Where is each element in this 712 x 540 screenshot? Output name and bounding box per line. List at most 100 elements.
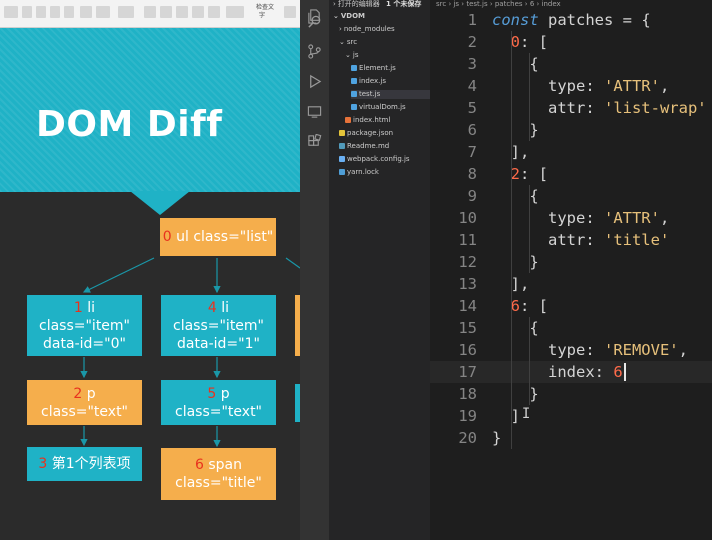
code-text: } [492,119,539,141]
explorer-item-label: webpack.config.js [347,155,410,163]
code-token: , [659,77,670,95]
code-token: ] [492,407,520,425]
node-text-line: 3 第1个列表项 [38,455,130,473]
code-line[interactable]: 1 const patches = { [430,9,712,31]
code-text: attr: 'title' [492,229,669,251]
node-index: 1 [73,299,83,316]
breadcrumb-item[interactable]: index [542,0,561,8]
explorer-item[interactable]: test.js [351,90,430,99]
explorer-item[interactable]: Element.js [351,64,396,73]
tree-node-li1: 1 li class="item" data-id="0" [27,295,142,356]
code-line[interactable]: 11 attr: 'title' [430,229,712,251]
code-editor[interactable]: src › js › test.js › patches › 6 › index… [430,0,712,540]
explorer-item-label: js [352,51,359,59]
indent-guide [529,317,531,405]
explorer-item-label: index.js [359,77,386,85]
line-number: 2 [467,33,477,51]
code-token: : [ [520,33,549,51]
node-text-line: class="title" [175,475,262,491]
chevron-right-icon: › [333,0,336,8]
line-number: 7 [467,143,477,161]
code-line[interactable]: 4 type: 'ATTR', [430,75,712,97]
tree-node-text3: 3 第1个列表项 [27,447,142,481]
node-index: 3 [38,456,48,472]
node-text-line: data-id="0" [43,335,126,352]
code-token: } [492,121,539,139]
code-line[interactable]: 8 2: [ [430,163,712,185]
code-line[interactable]: 16 type: 'REMOVE', [430,339,712,361]
code-line[interactable]: 17 index: 6 [430,361,712,383]
code-line[interactable]: 5 attr: 'list-wrap' [430,97,712,119]
tree-node-root: 0 ul class="list" [160,218,276,256]
code-line[interactable]: 10 type: 'ATTR', [430,207,712,229]
line-number: 14 [458,297,477,315]
code-token: type: [492,341,604,359]
vscode-window: › 打开的编辑器 1 个未保存 ⌄ VDOM › node_modules ⌄ src ⌄ j… [300,0,712,540]
project-name: VDOM [340,12,366,20]
line-number: 11 [458,231,477,249]
debug-run-icon[interactable] [307,74,322,89]
explorer-item[interactable]: ⌄ src [339,38,357,47]
line-number: 20 [458,429,477,447]
breadcrumb-item[interactable]: patches [495,0,523,8]
node-label: 第1个列表项 [51,456,131,472]
code-line[interactable]: 19 ] [430,405,712,427]
code-line[interactable]: 7 ], [430,141,712,163]
explorer-item[interactable]: ⌄ js [345,51,358,60]
explorer-item[interactable]: index.html [345,116,390,125]
code-text: } [492,251,539,273]
breadcrumb-item[interactable]: src [436,0,446,8]
code-line[interactable]: 12 } [430,251,712,273]
code-line[interactable]: 6 } [430,119,712,141]
explorer-item[interactable]: webpack.config.js [339,155,410,164]
code-line[interactable]: 13 ], [430,273,712,295]
explorer-item-label: package.json [347,129,394,137]
search-icon[interactable] [307,14,322,29]
explorer-item[interactable]: virtualDom.js [351,103,406,112]
node-text-line: 4 li [208,299,229,317]
code-line[interactable]: 3 { [430,53,712,75]
code-line[interactable]: 15 { [430,317,712,339]
explorer-item[interactable]: › node_modules [339,25,395,34]
indent-guide [529,53,531,141]
line-number: 3 [467,55,477,73]
node-label: p [220,385,230,402]
explorer-item[interactable]: yarn.lock [339,168,379,177]
unsaved-badge: 1 个未保存 [386,0,422,8]
breadcrumb-separator-icon: › [534,0,542,8]
source-control-icon[interactable] [307,44,322,59]
code-text: 2: [ [492,163,548,185]
extensions-icon[interactable] [307,134,322,149]
line-number: 9 [467,187,477,205]
code-text: ] [492,405,520,427]
explorer-item-label: yarn.lock [347,168,379,176]
code-token: 'REMOVE' [603,341,679,359]
code-line[interactable]: 9 { [430,185,712,207]
line-number: 1 [467,11,477,29]
indent-guide [510,31,512,449]
node-label: p [86,385,96,402]
explorer-item-label: Readme.md [347,142,390,150]
remote-explorer-icon[interactable] [307,104,322,119]
breadcrumb-item[interactable]: test.js [466,0,487,8]
code-text: attr: 'list-wrap' [492,97,707,119]
code-line[interactable]: 2 0: [ [430,31,712,53]
line-number: 17 [458,363,477,381]
explorer-item[interactable]: index.js [351,77,386,86]
edge-root-li1 [82,257,155,293]
code-text: } [492,383,538,405]
code-line[interactable]: 14 6: [ [430,295,712,317]
code-line[interactable]: 18 } [430,383,712,405]
code-line[interactable]: 20} [430,427,712,449]
code-token: attr: [492,99,604,117]
open-editors-header[interactable]: › 打开的编辑器 1 个未保存 [333,0,421,9]
project-root-header[interactable]: ⌄ VDOM [333,12,365,21]
code-token: 'list-wrap' [603,99,707,117]
code-token: } [492,253,539,271]
explorer-item[interactable]: Readme.md [339,142,389,151]
explorer-item[interactable]: package.json [339,129,393,138]
node-text-line: class="item" [39,317,130,334]
node-index: 6 [194,457,204,473]
